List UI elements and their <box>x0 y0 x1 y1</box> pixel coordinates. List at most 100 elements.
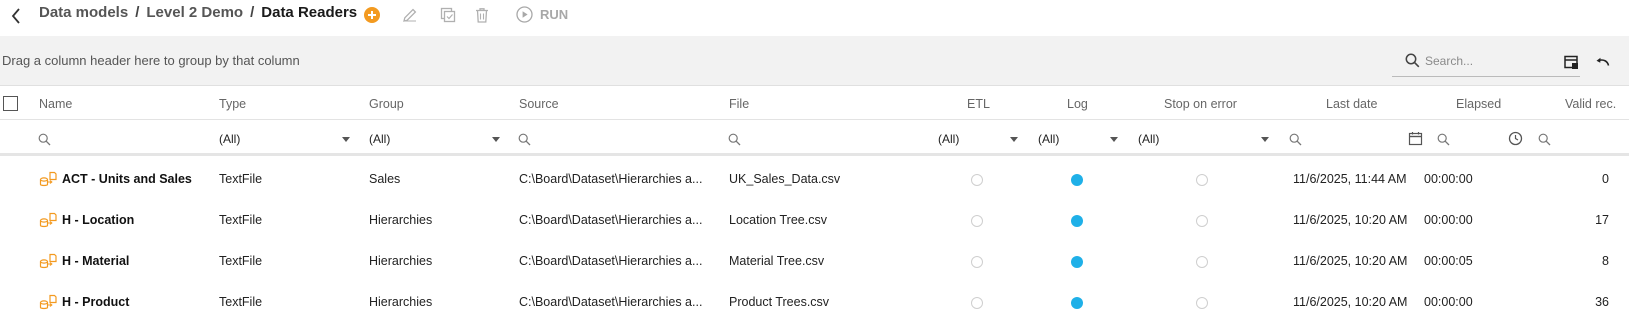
breadcrumb-item-level-2-demo[interactable]: Level 2 Demo <box>146 4 243 21</box>
table-row[interactable]: H - Material TextFile Hierarchies C:\Board\… <box>0 241 1629 282</box>
cell-source: C:\Board\Dataset\Hierarchies a... <box>519 172 703 186</box>
run-button[interactable]: RUN <box>516 4 568 24</box>
chevron-down-icon <box>1010 136 1018 142</box>
chevron-down-icon <box>1261 136 1269 142</box>
filter-stop-on-error-dropdown[interactable]: (All) <box>1138 131 1269 147</box>
cell-name: H - Location <box>62 213 135 227</box>
cell-elapsed: 00:00:00 <box>1424 213 1473 227</box>
cell-elapsed: 00:00:00 <box>1424 172 1473 186</box>
stop-on-error-status-indicator <box>1196 215 1208 227</box>
search-input[interactable] <box>1425 53 1565 68</box>
filter-name-search-icon[interactable] <box>37 132 51 146</box>
select-all-checkbox[interactable] <box>3 96 18 111</box>
etl-status-indicator <box>971 256 983 268</box>
clock-icon[interactable] <box>1507 130 1523 146</box>
column-header-etl[interactable]: ETL <box>967 97 990 111</box>
filter-elapsed-search-icon[interactable] <box>1436 132 1450 146</box>
cell-source: C:\Board\Dataset\Hierarchies a... <box>519 213 703 227</box>
cell-name: H - Material <box>62 254 130 268</box>
cell-valid-rec: 17 <box>1595 213 1609 227</box>
cell-group: Hierarchies <box>369 254 433 268</box>
filter-group-dropdown[interactable]: (All) <box>369 131 500 147</box>
cell-file: Material Tree.csv <box>729 254 825 268</box>
column-header-name[interactable]: Name <box>39 97 72 111</box>
filter-last-date-search-icon[interactable] <box>1288 132 1302 146</box>
etl-status-indicator <box>971 174 983 186</box>
chevron-down-icon <box>492 136 500 142</box>
filter-etl-dropdown[interactable]: (All) <box>938 131 1018 147</box>
cell-elapsed: 00:00:00 <box>1424 295 1473 309</box>
breadcrumb-item-data-readers: Data Readers <box>261 4 358 21</box>
cell-valid-rec: 8 <box>1602 254 1609 268</box>
back-icon[interactable] <box>6 5 26 27</box>
log-status-indicator <box>1071 174 1083 186</box>
cell-source: C:\Board\Dataset\Hierarchies a... <box>519 295 703 309</box>
breadcrumb: Data models / Level 2 Demo / Data Readers <box>39 4 357 21</box>
filter-group-value: (All) <box>369 132 391 146</box>
group-panel[interactable]: Drag a column header here to group by th… <box>0 36 1629 86</box>
datareader-icon <box>38 292 58 312</box>
column-header-valid-rec[interactable]: Valid rec. <box>1565 97 1616 111</box>
column-chooser-icon[interactable] <box>1561 52 1581 72</box>
filter-etl-value: (All) <box>938 132 960 146</box>
table-row[interactable]: ACT - Units and Sales TextFile Sales C:\Boa… <box>0 159 1629 200</box>
filter-file-search-icon[interactable] <box>727 132 741 146</box>
breadcrumb-separator: / <box>250 4 255 21</box>
column-header-group[interactable]: Group <box>369 97 404 111</box>
cell-group: Sales <box>369 172 401 186</box>
grid-header-row: Name Type Group Source File ETL Log Stop… <box>0 88 1629 120</box>
filter-stop-on-error-value: (All) <box>1138 132 1160 146</box>
cell-name: H - Product <box>62 295 130 309</box>
column-header-last-date[interactable]: Last date <box>1326 97 1377 111</box>
cell-type: TextFile <box>219 254 263 268</box>
group-hint: Drag a column header here to group by th… <box>2 53 300 68</box>
calendar-icon[interactable] <box>1407 130 1423 146</box>
cell-elapsed: 00:00:05 <box>1424 254 1473 268</box>
cell-file: UK_Sales_Data.csv <box>729 172 841 186</box>
etl-status-indicator <box>971 297 983 309</box>
play-circle-icon <box>516 5 533 23</box>
search-icon <box>1401 50 1423 72</box>
cell-file: Location Tree.csv <box>729 213 827 227</box>
datareader-icon <box>38 251 58 271</box>
cell-last-date: 11/6/2025, 10:20 AM <box>1293 213 1408 227</box>
column-header-source[interactable]: Source <box>519 97 559 111</box>
log-status-indicator <box>1071 256 1083 268</box>
cell-last-date: 11/6/2025, 10:20 AM <box>1293 254 1408 268</box>
column-header-elapsed[interactable]: Elapsed <box>1456 97 1501 111</box>
filter-type-value: (All) <box>219 132 241 146</box>
undo-icon[interactable] <box>1592 52 1612 72</box>
log-status-indicator <box>1071 297 1083 309</box>
cell-last-date: 11/6/2025, 11:44 AM <box>1293 172 1407 186</box>
filter-type-dropdown[interactable]: (All) <box>219 131 350 147</box>
column-header-stop-on-error[interactable]: Stop on error <box>1164 97 1237 111</box>
delete-icon[interactable] <box>472 5 492 25</box>
cell-group: Hierarchies <box>369 295 433 309</box>
filter-source-search-icon[interactable] <box>517 132 531 146</box>
stop-on-error-status-indicator <box>1196 297 1208 309</box>
table-row[interactable]: H - Location TextFile Hierarchies C:\Board\… <box>0 200 1629 241</box>
search-box[interactable] <box>1392 45 1580 77</box>
cell-type: TextFile <box>219 295 263 309</box>
breadcrumb-item-data-models[interactable]: Data models <box>39 4 128 21</box>
chevron-down-icon <box>1110 136 1118 142</box>
log-status-indicator <box>1071 215 1083 227</box>
duplicate-icon[interactable] <box>438 5 458 25</box>
breadcrumb-separator: / <box>135 4 140 21</box>
cell-file: Product Trees.csv <box>729 295 830 309</box>
column-header-file[interactable]: File <box>729 97 749 111</box>
filter-log-dropdown[interactable]: (All) <box>1038 131 1118 147</box>
run-label: RUN <box>540 6 569 22</box>
table-row[interactable]: H - Product TextFile Hierarchies C:\Board\D… <box>0 282 1629 319</box>
column-header-log[interactable]: Log <box>1067 97 1088 111</box>
edit-icon[interactable] <box>400 5 420 25</box>
cell-valid-rec: 36 <box>1595 295 1609 309</box>
stop-on-error-status-indicator <box>1196 174 1208 186</box>
etl-status-indicator <box>971 215 983 227</box>
add-icon[interactable] <box>362 5 382 25</box>
datareader-icon <box>38 210 58 230</box>
cell-valid-rec: 0 <box>1602 172 1609 186</box>
column-header-type[interactable]: Type <box>219 97 246 111</box>
filter-valid-rec-search-icon[interactable] <box>1537 132 1551 146</box>
stop-on-error-status-indicator <box>1196 256 1208 268</box>
